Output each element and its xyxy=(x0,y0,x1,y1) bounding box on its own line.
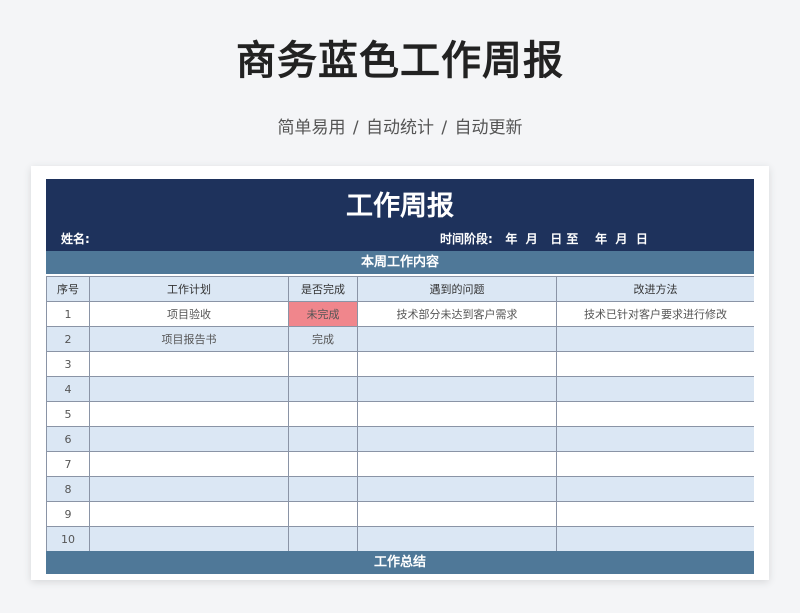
cell-plan[interactable] xyxy=(89,401,289,427)
cell-done-status[interactable] xyxy=(288,501,358,527)
cell-plan[interactable] xyxy=(89,501,289,527)
period-label: 时间阶段: 年 月 日 至 年 月 日 xyxy=(440,232,648,246)
cell-problem[interactable] xyxy=(357,401,557,427)
cell-improve[interactable] xyxy=(556,351,754,377)
spreadsheet: 工作周报 姓名: 时间阶段: 年 月 日 至 年 月 日 本周工作内容 序号 工… xyxy=(46,179,754,580)
cell-problem[interactable] xyxy=(357,476,557,502)
cell-done-status[interactable] xyxy=(288,401,358,427)
column-header-problem: 遇到的问题 xyxy=(357,276,557,302)
table-row: 2 项目报告书 完成 xyxy=(46,326,754,352)
cell-done-status[interactable] xyxy=(288,426,358,452)
cell-no[interactable]: 1 xyxy=(46,301,90,327)
cell-problem[interactable] xyxy=(357,326,557,352)
report-card: 工作周报 姓名: 时间阶段: 年 月 日 至 年 月 日 本周工作内容 序号 工… xyxy=(31,166,769,580)
cell-improve[interactable] xyxy=(556,426,754,452)
cell-plan[interactable] xyxy=(89,376,289,402)
column-header-done: 是否完成 xyxy=(288,276,358,302)
cell-problem[interactable] xyxy=(357,426,557,452)
cell-improve[interactable] xyxy=(556,476,754,502)
cell-problem[interactable] xyxy=(357,376,557,402)
table-row: 5 xyxy=(46,401,754,427)
cell-no[interactable]: 8 xyxy=(46,476,90,502)
cell-no[interactable]: 6 xyxy=(46,426,90,452)
cell-improve[interactable] xyxy=(556,376,754,402)
cell-problem[interactable] xyxy=(357,351,557,377)
cell-improve[interactable] xyxy=(556,451,754,477)
cell-plan[interactable] xyxy=(89,526,289,552)
report-title: 工作周报 xyxy=(346,191,454,222)
table-row: 10 xyxy=(46,526,754,552)
cell-plan[interactable] xyxy=(89,351,289,377)
table-row: 1 项目验收 未完成 技术部分未达到客户需求 技术已针对客户要求进行修改 xyxy=(46,301,754,327)
table-header-row: 序号 工作计划 是否完成 遇到的问题 改进方法 xyxy=(46,276,754,302)
table-row: 8 xyxy=(46,476,754,502)
cell-done-status[interactable]: 未完成 xyxy=(288,301,358,327)
page-subtitle: 简单易用 / 自动统计 / 自动更新 xyxy=(277,118,523,138)
cell-improve[interactable] xyxy=(556,401,754,427)
table-row: 4 xyxy=(46,376,754,402)
table-row: 6 xyxy=(46,426,754,452)
cell-improve[interactable] xyxy=(556,501,754,527)
cell-improve[interactable] xyxy=(556,526,754,552)
cell-problem[interactable]: 技术部分未达到客户需求 xyxy=(357,301,557,327)
cell-problem[interactable] xyxy=(357,526,557,552)
report-header: 工作周报 姓名: 时间阶段: 年 月 日 至 年 月 日 xyxy=(46,179,754,251)
cell-done-status[interactable]: 完成 xyxy=(288,326,358,352)
cell-done-status[interactable] xyxy=(288,376,358,402)
cell-no[interactable]: 3 xyxy=(46,351,90,377)
cell-done-status[interactable] xyxy=(288,526,358,552)
cell-plan[interactable]: 项目验收 xyxy=(89,301,289,327)
section-band-this-week: 本周工作内容 xyxy=(46,251,754,274)
cell-no[interactable]: 5 xyxy=(46,401,90,427)
work-table: 序号 工作计划 是否完成 遇到的问题 改进方法 1 项目验收 未完成 技术部分未… xyxy=(46,276,754,552)
cell-done-status[interactable] xyxy=(288,451,358,477)
cell-no[interactable]: 10 xyxy=(46,526,90,552)
table-row: 7 xyxy=(46,451,754,477)
cell-plan[interactable] xyxy=(89,476,289,502)
cell-plan[interactable]: 项目报告书 xyxy=(89,326,289,352)
cell-problem[interactable] xyxy=(357,451,557,477)
page-title: 商务蓝色工作周报 xyxy=(236,38,564,84)
cell-done-status[interactable] xyxy=(288,351,358,377)
column-header-no: 序号 xyxy=(46,276,90,302)
cell-plan[interactable] xyxy=(89,426,289,452)
table-row: 3 xyxy=(46,351,754,377)
column-header-plan: 工作计划 xyxy=(89,276,289,302)
cell-improve[interactable]: 技术已针对客户要求进行修改 xyxy=(556,301,754,327)
cell-improve[interactable] xyxy=(556,326,754,352)
name-label: 姓名: xyxy=(61,232,90,246)
cell-no[interactable]: 9 xyxy=(46,501,90,527)
cell-no[interactable]: 2 xyxy=(46,326,90,352)
section-band-summary: 工作总结 xyxy=(46,551,754,574)
table-row: 9 xyxy=(46,501,754,527)
cell-no[interactable]: 4 xyxy=(46,376,90,402)
cell-problem[interactable] xyxy=(357,501,557,527)
cell-plan[interactable] xyxy=(89,451,289,477)
cell-done-status[interactable] xyxy=(288,476,358,502)
column-header-improve: 改进方法 xyxy=(556,276,754,302)
cell-no[interactable]: 7 xyxy=(46,451,90,477)
